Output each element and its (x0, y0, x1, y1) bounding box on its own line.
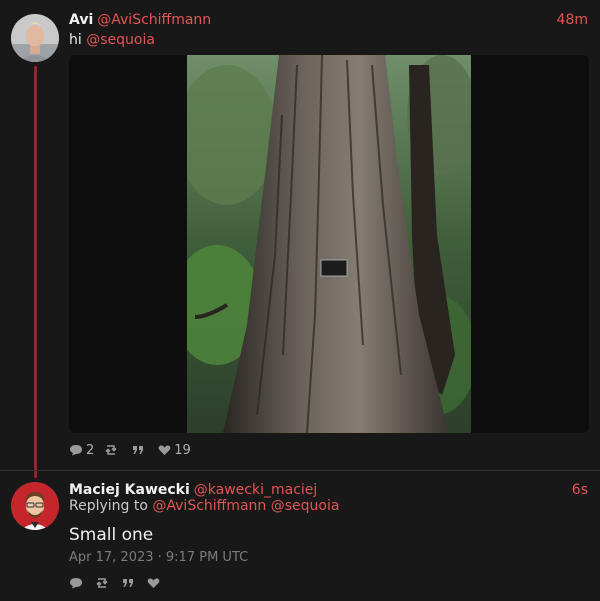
retweet-icon (105, 445, 117, 455)
tweet-avi: Avi @AviSchiffmann 48m hi @sequoia 2 19 (0, 0, 600, 478)
comment-icon (70, 445, 82, 456)
heart-icon (158, 445, 171, 455)
tweet-media[interactable] (69, 55, 589, 433)
tweet-stats: 2 19 (69, 441, 201, 459)
reply-stat[interactable]: 2 (69, 443, 94, 458)
tweet-maciej: Maciej Kawecki @kawecki_maciej 6s Replyin… (0, 470, 600, 601)
tweet-text-prefix: hi (69, 32, 87, 48)
retweet-stat[interactable] (104, 444, 121, 456)
avatar-avi-image (11, 14, 59, 62)
avatar[interactable] (11, 482, 59, 530)
tweet-stats (69, 575, 172, 591)
comment-icon (70, 578, 82, 589)
user-handle[interactable]: @AviSchiffmann (97, 12, 211, 28)
display-name[interactable]: Avi (69, 12, 93, 28)
replying-to: Replying to @AviSchiffmann @sequoia (69, 496, 339, 516)
like-stat[interactable] (147, 577, 160, 589)
retweet-stat[interactable] (95, 577, 109, 589)
like-count: 19 (174, 442, 191, 458)
like-stat[interactable]: 19 (158, 443, 191, 458)
replying-label: Replying to (69, 498, 148, 514)
tweet-date[interactable]: Apr 17, 2023 · 9:17 PM UTC (69, 549, 248, 567)
mention-link[interactable]: @sequoia (86, 32, 155, 48)
tweet-text: hi @sequoia (69, 30, 155, 50)
replying-to-mentions[interactable]: @AviSchiffmann @sequoia (152, 498, 339, 514)
thread-connector-line (34, 66, 37, 478)
tweet-time[interactable]: 6s (572, 480, 588, 500)
heart-icon (147, 578, 160, 588)
reply-stat[interactable] (69, 577, 83, 589)
retweet-icon (96, 578, 108, 588)
quote-icon (123, 579, 133, 587)
quote-stat[interactable] (131, 444, 148, 456)
tree-trunk-photo (187, 55, 471, 433)
tweet-header: Avi @AviSchiffmann 48m (69, 10, 588, 30)
avatar-maciej-image (11, 482, 59, 530)
quote-stat[interactable] (121, 577, 135, 589)
avatar[interactable] (11, 14, 59, 62)
tweet-text: Small one (69, 525, 154, 545)
quote-icon (133, 446, 144, 454)
reply-count: 2 (86, 442, 95, 458)
tweet-time[interactable]: 48m (557, 10, 588, 30)
